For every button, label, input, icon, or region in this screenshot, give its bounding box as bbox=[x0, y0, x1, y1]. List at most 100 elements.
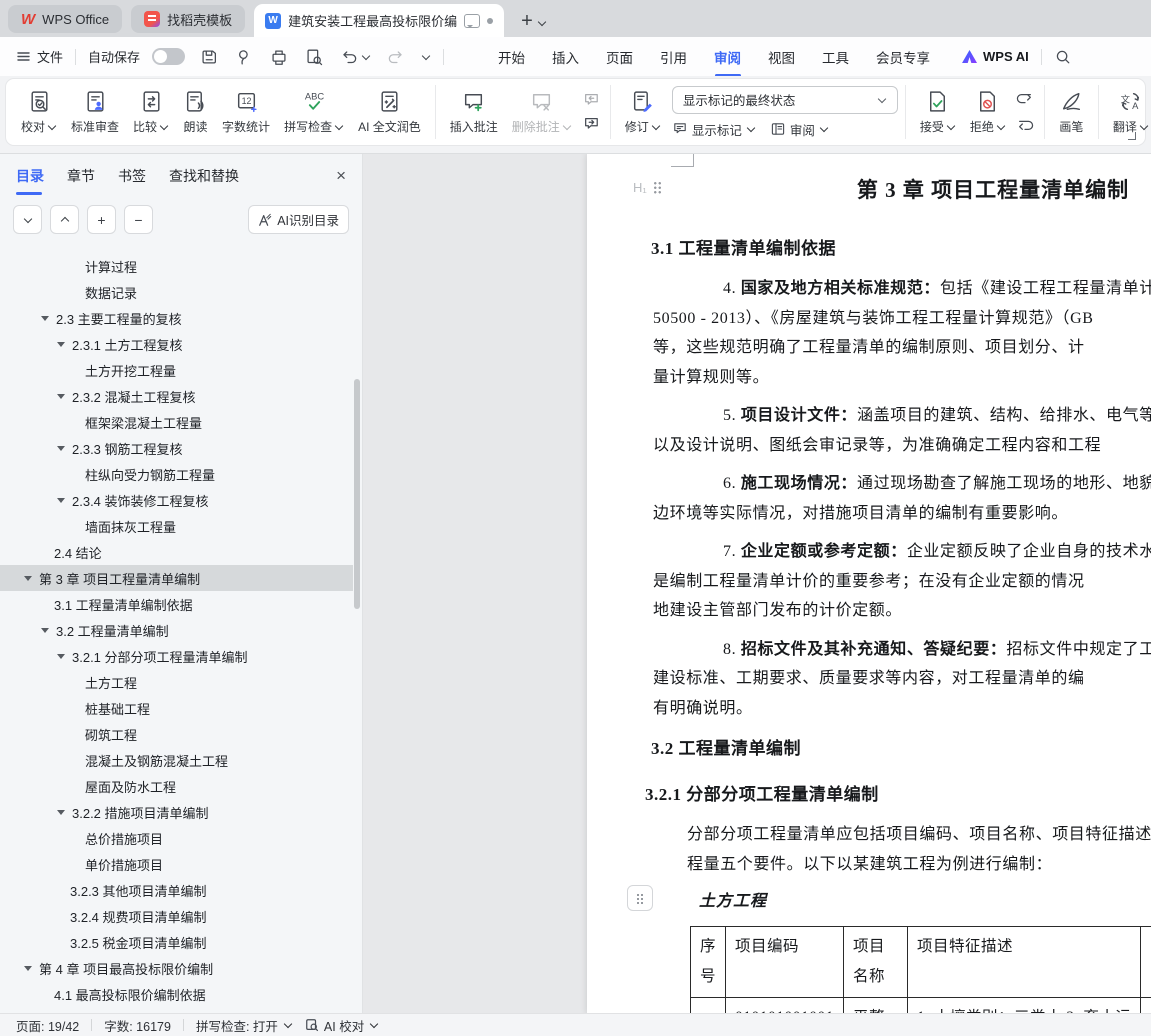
toc-item[interactable]: 2.3.1 土方工程复核 bbox=[0, 331, 353, 357]
delete-comment-button[interactable]: 删除批注 bbox=[506, 86, 578, 138]
menu-tab[interactable]: 引用 bbox=[660, 47, 687, 67]
undo-button[interactable] bbox=[339, 47, 371, 67]
collapse-arrow-icon[interactable] bbox=[57, 393, 65, 399]
new-tab-button[interactable]: + bbox=[521, 11, 533, 31]
collapse-arrow-icon[interactable] bbox=[41, 627, 49, 633]
toc-item[interactable]: 2.3.2 混凝土工程复核 bbox=[0, 383, 353, 409]
toc-item[interactable]: 框架梁混凝土工程量 bbox=[0, 409, 353, 435]
table-drag-handle[interactable] bbox=[627, 885, 653, 911]
collapse-arrow-icon[interactable] bbox=[24, 575, 32, 581]
wps-ai-button[interactable]: WPS AI bbox=[962, 49, 1029, 64]
autosave-toggle[interactable] bbox=[152, 48, 186, 65]
track-changes-button[interactable]: 修订 bbox=[619, 86, 667, 138]
collapse-arrow-icon[interactable] bbox=[57, 341, 65, 347]
zoom-in-outline-button[interactable]: + bbox=[87, 205, 116, 234]
insert-comment-button[interactable]: 插入批注 bbox=[444, 86, 504, 138]
sidebar-tab[interactable]: 查找和替换 bbox=[169, 166, 239, 186]
ai-recognize-toc-button[interactable]: AI识别目录 bbox=[248, 205, 349, 234]
page-indicator[interactable]: 页面: 19/42 bbox=[16, 1016, 79, 1035]
collapse-all-button[interactable] bbox=[50, 205, 79, 234]
sidebar-tab[interactable]: 目录 bbox=[16, 166, 44, 195]
standard-review-button[interactable]: 标准审查 bbox=[65, 86, 125, 138]
menu-tab[interactable]: 审阅 bbox=[714, 47, 741, 67]
toc-item[interactable]: 总价措施项目 bbox=[0, 825, 353, 851]
toc-item[interactable]: 2.3.3 钢筋工程复核 bbox=[0, 435, 353, 461]
toc-item[interactable]: 2.3.4 装饰装修工程复核 bbox=[0, 487, 353, 513]
ai-polish-button[interactable]: AI 全文润色 bbox=[352, 86, 427, 138]
file-menu-button[interactable]: 文件 bbox=[16, 47, 63, 66]
sidebar-tab[interactable]: 章节 bbox=[67, 166, 95, 186]
pen-button[interactable]: 画笔 bbox=[1053, 86, 1090, 138]
sidebar-scrollbar[interactable] bbox=[354, 379, 360, 609]
next-comment-icon[interactable] bbox=[582, 116, 600, 132]
previous-change-icon[interactable] bbox=[1016, 92, 1034, 108]
expand-all-button[interactable] bbox=[13, 205, 42, 234]
spell-check-button[interactable]: ABC 拼写检查 bbox=[278, 86, 350, 138]
word-count-button[interactable]: 12 字数统计 bbox=[216, 86, 276, 138]
document-page[interactable]: H₁ 第 3 章 项目工程量清单编制 3.1 工程量清单编制依据 4. 国家及地… bbox=[587, 154, 1151, 1014]
toc-item[interactable]: 土方工程 bbox=[0, 669, 353, 695]
tab-wps-office[interactable]: W WPS Office bbox=[8, 5, 123, 33]
translate-button[interactable]: 文A 翻译 bbox=[1107, 86, 1151, 138]
search-icon[interactable] bbox=[1054, 48, 1072, 66]
collapse-arrow-icon[interactable] bbox=[57, 809, 65, 815]
toc-item[interactable]: 数据记录 bbox=[0, 279, 353, 305]
menu-tab[interactable]: 视图 bbox=[768, 47, 795, 67]
word-count-indicator[interactable]: 字数: 16179 bbox=[104, 1016, 171, 1035]
sidebar-tab[interactable]: 书签 bbox=[118, 166, 146, 186]
review-pane-button[interactable]: 审阅 bbox=[770, 120, 829, 139]
tab-list-chevron-icon[interactable] bbox=[537, 17, 547, 27]
tab-document[interactable]: W 建筑安装工程最高投标限价编 bbox=[254, 4, 505, 37]
toc-item[interactable]: 第 3 章 项目工程量清单编制 bbox=[0, 565, 353, 591]
show-markup-button[interactable]: 显示标记 bbox=[672, 120, 756, 139]
menu-tab[interactable]: 会员专享 bbox=[876, 47, 930, 67]
toc-item[interactable]: 3.2.3 其他项目清单编制 bbox=[0, 877, 353, 903]
toc-item[interactable]: 计算过程 bbox=[0, 253, 353, 279]
toc-item[interactable]: 砌筑工程 bbox=[0, 721, 353, 747]
toc-item[interactable]: 2.3 主要工程量的复核 bbox=[0, 305, 353, 331]
zoom-out-outline-button[interactable]: − bbox=[124, 205, 153, 234]
collapse-arrow-icon[interactable] bbox=[24, 965, 32, 971]
compare-button[interactable]: 比较 bbox=[127, 86, 175, 138]
markup-state-select[interactable]: 显示标记的最终状态 bbox=[671, 85, 898, 114]
print-preview-icon[interactable] bbox=[304, 47, 324, 67]
print-icon[interactable] bbox=[269, 47, 289, 67]
read-aloud-button[interactable]: 朗读 bbox=[177, 86, 214, 138]
menu-tab[interactable]: 页面 bbox=[606, 47, 633, 67]
toc-item[interactable]: 单价措施项目 bbox=[0, 851, 353, 877]
toc-item[interactable]: 3.2.5 税金项目清单编制 bbox=[0, 929, 353, 955]
accept-button[interactable]: 接受 bbox=[914, 86, 962, 138]
proofread-button[interactable]: 校对 bbox=[15, 86, 63, 138]
toc-item[interactable]: 3.2.2 措施项目清单编制 bbox=[0, 799, 353, 825]
collapse-arrow-icon[interactable] bbox=[57, 497, 65, 503]
toc-item[interactable]: 柱纵向受力钢筋工程量 bbox=[0, 461, 353, 487]
toc-item[interactable]: 屋面及防水工程 bbox=[0, 773, 353, 799]
autosave-control[interactable]: 自动保存 bbox=[88, 47, 186, 66]
reject-button[interactable]: 拒绝 bbox=[964, 86, 1012, 138]
toc-item[interactable]: 3.2.4 规费项目清单编制 bbox=[0, 903, 353, 929]
toc-item[interactable]: 2.4 结论 bbox=[0, 539, 353, 565]
collapse-arrow-icon[interactable] bbox=[41, 315, 49, 321]
collapse-arrow-icon[interactable] bbox=[57, 445, 65, 451]
toc-item[interactable]: 桩基础工程 bbox=[0, 695, 353, 721]
toc-item[interactable]: 土方开挖工程量 bbox=[0, 357, 353, 383]
menu-tab[interactable]: 开始 bbox=[498, 47, 525, 67]
save-icon[interactable] bbox=[199, 47, 219, 67]
menu-tab[interactable]: 工具 bbox=[822, 47, 849, 67]
collapse-arrow-icon[interactable] bbox=[57, 653, 65, 659]
tab-docer-template[interactable]: 找稻壳模板 bbox=[131, 5, 246, 33]
next-change-icon[interactable] bbox=[1016, 116, 1034, 132]
toc-item[interactable]: 第 4 章 项目最高投标限价编制 bbox=[0, 955, 353, 981]
ai-proofread-button[interactable]: AI 校对 bbox=[305, 1016, 379, 1035]
toc-item[interactable]: 混凝土及钢筋混凝土工程 bbox=[0, 747, 353, 773]
collapse-ribbon-icon[interactable] bbox=[1128, 132, 1136, 140]
toc-item[interactable]: 墙面抹灰工程量 bbox=[0, 513, 353, 539]
format-painter-icon[interactable] bbox=[234, 47, 254, 67]
spell-check-indicator[interactable]: 拼写检查: 打开 bbox=[196, 1016, 293, 1035]
previous-comment-icon[interactable] bbox=[582, 92, 600, 108]
toc-item[interactable]: 3.2 工程量清单编制 bbox=[0, 617, 353, 643]
redo-icon[interactable] bbox=[386, 47, 406, 67]
menu-tab[interactable]: 插入 bbox=[552, 47, 579, 67]
toc-item[interactable]: 3.2.1 分部分项工程量清单编制 bbox=[0, 643, 353, 669]
toc-item[interactable]: 4.1 最高投标限价编制依据 bbox=[0, 981, 353, 1007]
